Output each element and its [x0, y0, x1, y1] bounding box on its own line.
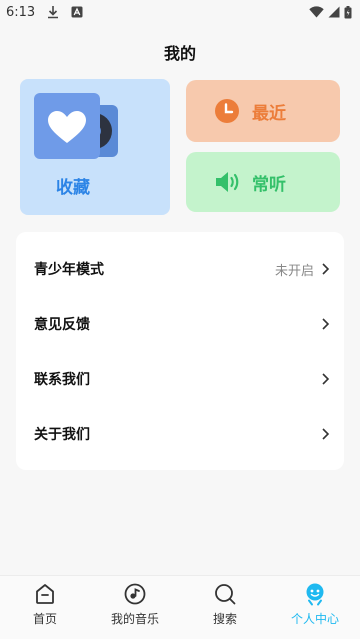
- frequently-played-card[interactable]: 常听: [186, 152, 340, 212]
- signal-icon: [328, 6, 340, 18]
- profile-icon: [306, 583, 324, 606]
- menu-item-label: 意见反馈: [34, 317, 90, 333]
- menu-item-feedback[interactable]: 意见反馈: [16, 304, 344, 344]
- search-icon: [215, 584, 236, 605]
- tab-search[interactable]: 搜索: [180, 576, 270, 639]
- chevron-right-icon: [322, 373, 330, 385]
- chevron-right-icon: [322, 263, 330, 275]
- music-icon: [124, 583, 146, 605]
- settings-menu: 青少年模式 未开启 意见反馈 联系我们 关于我们: [16, 232, 344, 470]
- favorites-label: 收藏: [56, 178, 90, 198]
- favorites-icon: [34, 93, 118, 159]
- tab-label: 个人中心: [290, 612, 339, 626]
- teen-mode-status: 未开启: [274, 263, 314, 279]
- menu-item-teen-mode[interactable]: 青少年模式 未开启: [16, 249, 344, 289]
- home-icon: [36, 584, 54, 604]
- app-notification-icon: [71, 6, 83, 18]
- wifi-icon: [309, 6, 324, 18]
- status-bar: 6:13: [0, 0, 360, 24]
- tab-my-music[interactable]: 我的音乐: [90, 576, 180, 639]
- recent-label: 最近: [252, 103, 286, 124]
- tab-home[interactable]: 首页: [0, 576, 90, 639]
- menu-item-label: 关于我们: [34, 427, 90, 443]
- menu-item-about-us[interactable]: 关于我们: [16, 414, 344, 454]
- chevron-right-icon: [322, 428, 330, 440]
- download-icon: [48, 6, 59, 19]
- chevron-right-icon: [322, 318, 330, 330]
- favorites-card[interactable]: 收藏: [20, 79, 170, 215]
- page-title: 我的: [163, 44, 196, 63]
- menu-item-label: 联系我们: [34, 372, 90, 388]
- bottom-tab-bar: 首页 我的音乐 搜索 个人中心: [0, 575, 360, 639]
- status-time: 6:13: [6, 4, 36, 20]
- tab-label: 我的音乐: [110, 612, 159, 626]
- menu-item-label: 青少年模式: [34, 262, 104, 278]
- tab-label: 搜索: [212, 612, 237, 626]
- battery-icon: [344, 5, 352, 18]
- tab-profile[interactable]: 个人中心: [270, 576, 360, 639]
- recent-card[interactable]: 最近: [186, 80, 340, 142]
- clock-icon: [215, 99, 239, 123]
- tab-label: 首页: [32, 612, 57, 626]
- menu-item-contact-us[interactable]: 联系我们: [16, 359, 344, 399]
- often-label: 常听: [252, 174, 286, 195]
- speaker-icon: [216, 172, 239, 192]
